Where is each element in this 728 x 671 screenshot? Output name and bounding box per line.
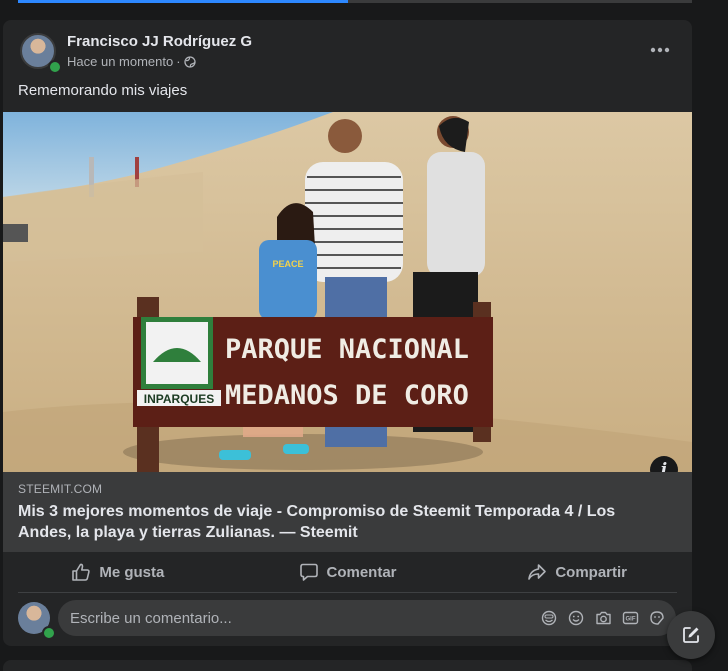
next-post-edge (3, 660, 692, 671)
progress-bar-fill (18, 0, 348, 3)
comment-input[interactable]: Escribe un comentario... GIF (58, 600, 676, 636)
post-time[interactable]: Hace un momento (67, 54, 173, 69)
action-bar: Me gusta Comentar Compartir (3, 554, 692, 590)
avatar-sticker-icon[interactable] (540, 609, 558, 627)
divider (18, 592, 677, 593)
new-message-button[interactable] (667, 611, 715, 659)
like-button[interactable]: Me gusta (3, 554, 233, 590)
post-photo[interactable]: INPARQUES PARQUE NACIONAL MEDANOS DE COR… (3, 112, 692, 472)
emoji-icon[interactable] (567, 609, 585, 627)
more-icon (650, 47, 670, 53)
shirt-text: PEACE (272, 259, 303, 269)
svg-text:GIF: GIF (625, 617, 635, 623)
globe-icon[interactable] (183, 55, 196, 68)
more-options-button[interactable] (642, 32, 678, 68)
comment-tools: GIF (540, 609, 666, 627)
link-domain: STEEMIT.COM (18, 482, 103, 496)
comment-label: Comentar (326, 563, 397, 581)
link-title[interactable]: Mis 3 mejores momentos de viaje - Compro… (18, 501, 658, 543)
progress-bar-track (348, 0, 692, 3)
online-status-dot (48, 60, 62, 74)
like-icon (72, 563, 91, 581)
sign-line-2: MEDANOS DE CORO (225, 380, 469, 411)
comment-online-dot (42, 626, 56, 640)
gif-icon[interactable]: GIF (621, 609, 639, 627)
comment-composer: Escribe un comentario... GIF (3, 598, 692, 642)
sticker-icon[interactable] (648, 609, 666, 627)
camera-icon[interactable] (594, 609, 612, 627)
comment-icon (299, 563, 318, 581)
share-icon (528, 564, 547, 580)
link-metadata[interactable]: STEEMIT.COM Mis 3 mejores momentos de vi… (3, 472, 692, 552)
compose-icon (683, 627, 699, 643)
share-button[interactable]: Compartir (462, 554, 692, 590)
share-label: Compartir (555, 563, 628, 581)
post-card: Francisco JJ Rodríguez G Hace un momento… (3, 20, 692, 646)
link-preview[interactable]: INPARQUES PARQUE NACIONAL MEDANOS DE COR… (3, 112, 692, 552)
comment-button[interactable]: Comentar (233, 554, 463, 590)
author-name[interactable]: Francisco JJ Rodríguez G (67, 33, 252, 50)
meta-separator: · (176, 54, 181, 69)
logo-text: INPARQUES (144, 392, 214, 406)
post-header: Francisco JJ Rodríguez G Hace un momento… (3, 20, 692, 80)
post-meta: Hace un momento · (67, 54, 196, 69)
post-text: Rememorando mis viajes (18, 82, 188, 99)
comment-placeholder[interactable]: Escribe un comentario... (70, 610, 540, 627)
sign-line-1: PARQUE NACIONAL (225, 334, 469, 365)
like-label: Me gusta (99, 563, 165, 581)
